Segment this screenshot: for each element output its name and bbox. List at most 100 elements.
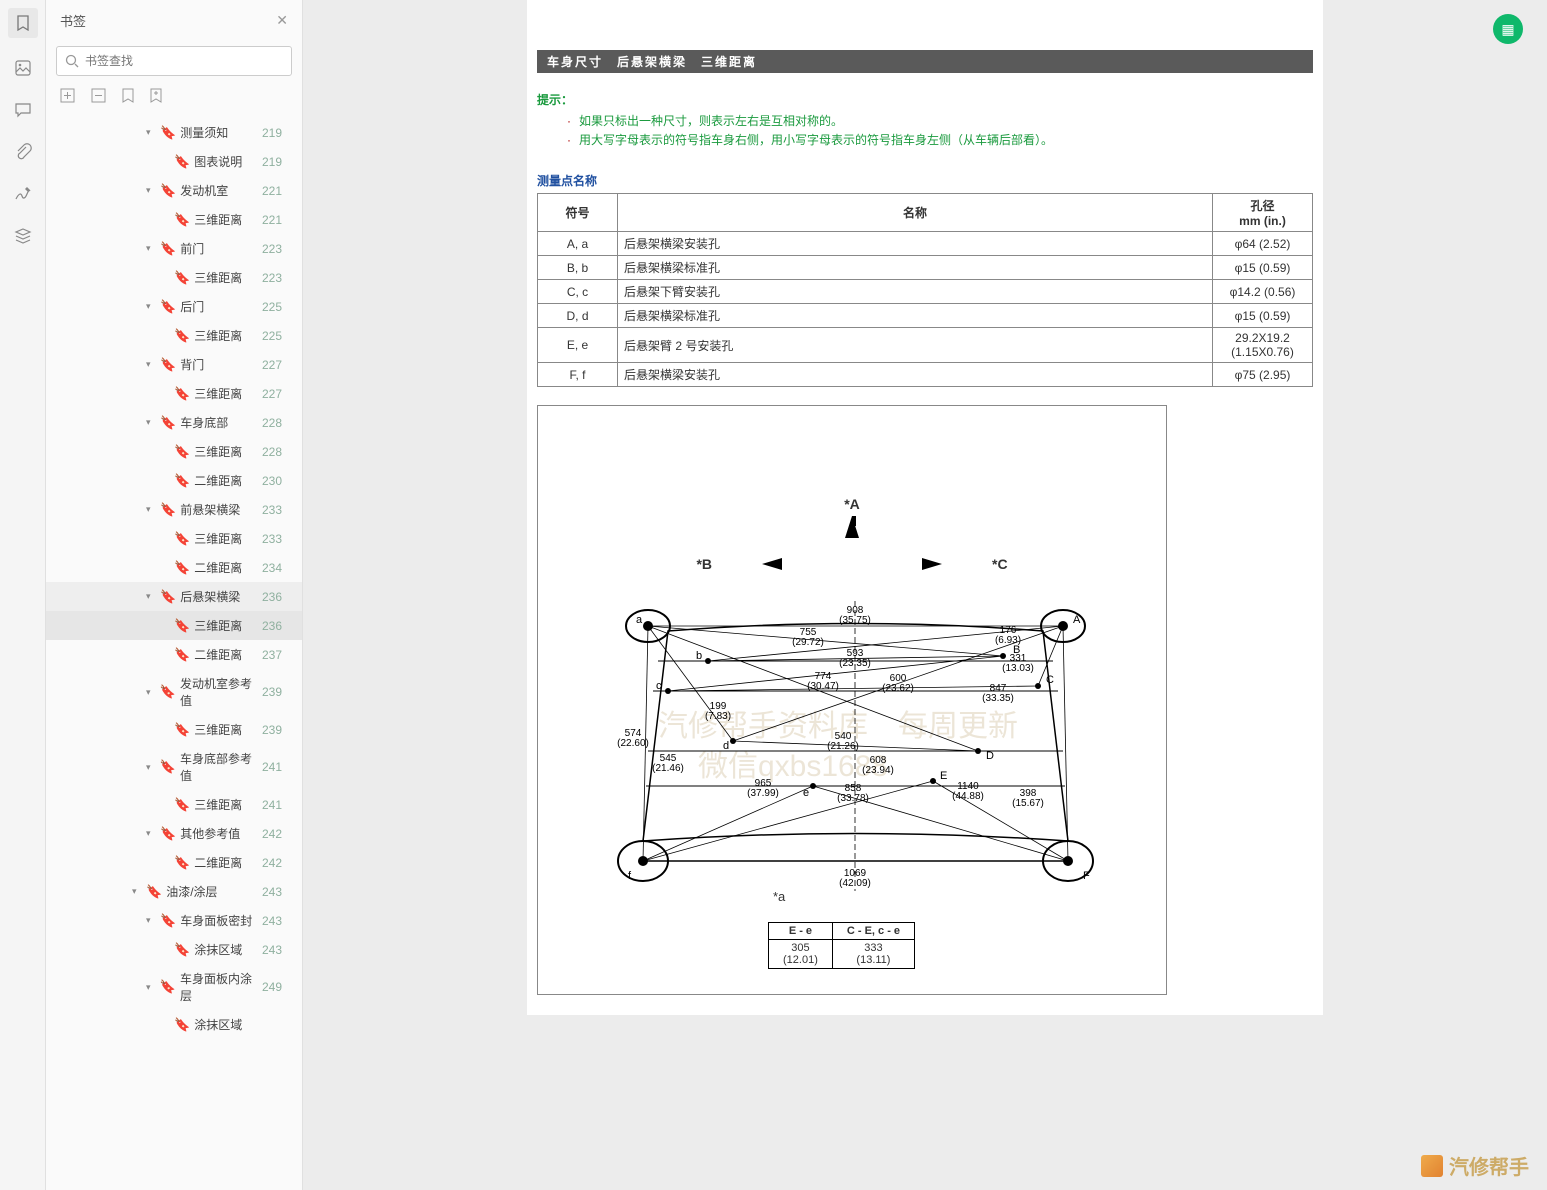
collapse-all-icon[interactable]	[91, 88, 106, 106]
bookmark-item[interactable]: 🔖三维距离228	[46, 437, 302, 466]
svg-text:1140(44.88): 1140(44.88)	[952, 781, 984, 802]
bookmark-item[interactable]: 🔖二维距离234	[46, 553, 302, 582]
bookmark-item[interactable]: ▾🔖车身底部228	[46, 408, 302, 437]
bookmark-item[interactable]: 🔖二维距离237	[46, 640, 302, 669]
crossmember-diagram: 908(35.75) 755(29.72) 176(6.93) 593(23.3…	[598, 601, 1113, 891]
bookmark-item[interactable]: ▾🔖背门227	[46, 350, 302, 379]
svg-text:593(23.35): 593(23.35)	[839, 648, 871, 669]
direction-b: *B	[696, 556, 712, 572]
bookmark-item[interactable]: ▾🔖后悬架横梁236	[46, 582, 302, 611]
svg-text:398(15.67): 398(15.67)	[1012, 788, 1044, 809]
bookmark-add-icon[interactable]	[150, 88, 162, 106]
table-row: A, a后悬架横梁安装孔φ64 (2.52)	[538, 232, 1313, 256]
svg-text:f: f	[628, 870, 632, 882]
direction-c: *C	[992, 556, 1008, 572]
table-row: D, d后悬架横梁标准孔φ15 (0.59)	[538, 304, 1313, 328]
svg-text:755(29.72): 755(29.72)	[792, 627, 824, 648]
svg-text:1069(42.09): 1069(42.09)	[839, 868, 871, 889]
bookmark-item[interactable]: 🔖二维距离230	[46, 466, 302, 495]
bookmark-item[interactable]: ▾🔖车身面板内涂层249	[46, 964, 302, 1010]
document-page: 车身尺寸 后悬架横梁 三维距离 提示： ·如果只标出一种尺寸，则表示左右是互相对…	[527, 0, 1323, 1015]
svg-text:F: F	[1083, 870, 1090, 882]
svg-text:331(13.03): 331(13.03)	[1002, 653, 1034, 674]
search-input[interactable]	[85, 54, 283, 68]
table-row: F, f后悬架横梁安装孔φ75 (2.95)	[538, 363, 1313, 387]
bookmark-item[interactable]: 🔖三维距离221	[46, 205, 302, 234]
arrow-up-icon	[845, 516, 859, 538]
bookmark-item[interactable]: 🔖三维距离225	[46, 321, 302, 350]
bookmark-item[interactable]: ▾🔖油漆/涂层243	[46, 877, 302, 906]
svg-text:e: e	[803, 787, 809, 799]
bookmark-item[interactable]: 🔖三维距离223	[46, 263, 302, 292]
tiny-label: *a	[773, 889, 785, 904]
bookmark-toolbar	[46, 80, 302, 114]
svg-text:540(21.26): 540(21.26)	[827, 731, 859, 752]
bookmark-tree[interactable]: ▾🔖测量须知219🔖图表说明219▾🔖发动机室221🔖三维距离221▾🔖前门22…	[46, 114, 302, 1190]
svg-text:574(22.60): 574(22.60)	[617, 728, 649, 749]
bookmark-item[interactable]: ▾🔖车身底部参考值241	[46, 744, 302, 790]
bookmark-item[interactable]: 🔖二维距离242	[46, 848, 302, 877]
bookmark-icon[interactable]	[8, 8, 38, 38]
svg-text:965(37.99): 965(37.99)	[747, 778, 779, 799]
close-icon[interactable]: ✕	[276, 12, 288, 29]
search-box[interactable]	[56, 46, 292, 76]
bookmark-item[interactable]: 🔖三维距离227	[46, 379, 302, 408]
svg-text:a: a	[636, 614, 643, 626]
section-label: 测量点名称	[537, 172, 1313, 189]
svg-text:d: d	[723, 740, 729, 752]
attachment-icon[interactable]	[11, 140, 35, 164]
measurement-table: 符号 名称 孔径 mm (in.) A, a后悬架横梁安装孔φ64 (2.52)…	[537, 193, 1313, 387]
bookmarks-sidebar: 书签 ✕ ▾🔖测量须知219🔖图表说明219▾🔖发动机室221🔖三维距离221▾…	[46, 0, 303, 1190]
sidebar-title: 书签	[60, 11, 86, 30]
arrow-right-icon	[922, 558, 942, 570]
bookmark-item[interactable]: ▾🔖发动机室221	[46, 176, 302, 205]
bookmark-item[interactable]: 🔖涂抹区域	[46, 1010, 302, 1039]
direction-a: *A	[844, 496, 860, 512]
svg-text:b: b	[696, 650, 702, 662]
svg-text:c: c	[656, 680, 662, 692]
layers-icon[interactable]	[11, 224, 35, 248]
comment-icon[interactable]	[11, 98, 35, 122]
svg-text:E: E	[940, 770, 947, 782]
bookmark-item[interactable]: ▾🔖车身面板密封243	[46, 906, 302, 935]
bookmark-item[interactable]: 🔖三维距离241	[46, 790, 302, 819]
image-icon[interactable]	[11, 56, 35, 80]
svg-text:B: B	[1013, 644, 1020, 656]
svg-text:D: D	[986, 750, 994, 762]
svg-text:908(35.75): 908(35.75)	[839, 605, 871, 626]
bookmark-item[interactable]: ▾🔖后门225	[46, 292, 302, 321]
bookmark-item[interactable]: 🔖三维距离239	[46, 715, 302, 744]
float-action-button[interactable]: ▦	[1493, 14, 1523, 44]
expand-all-icon[interactable]	[60, 88, 75, 106]
signature-icon[interactable]	[11, 182, 35, 206]
svg-text:608(23.94): 608(23.94)	[862, 755, 894, 776]
bookmark-tool-icon[interactable]	[122, 88, 134, 106]
svg-text:545(21.46): 545(21.46)	[652, 753, 684, 774]
diagram-box: 汽修帮手资料库 每周更新 微信qxbs1688 *A *B *C	[537, 405, 1167, 995]
hint-label: 提示：	[537, 91, 1313, 108]
svg-text:176(6.93): 176(6.93)	[995, 625, 1021, 646]
bookmark-item[interactable]: 🔖三维距离236	[46, 611, 302, 640]
bookmark-item[interactable]: 🔖三维距离233	[46, 524, 302, 553]
page-title-bar: 车身尺寸 后悬架横梁 三维距离	[537, 50, 1313, 73]
bookmark-item[interactable]: 🔖涂抹区域243	[46, 935, 302, 964]
svg-text:774(30.47): 774(30.47)	[807, 671, 839, 692]
table-row: E, e后悬架臂 2 号安装孔29.2X19.2 (1.15X0.76)	[538, 328, 1313, 363]
bookmark-item[interactable]: ▾🔖前悬架横梁233	[46, 495, 302, 524]
bookmark-item[interactable]: ▾🔖测量须知219	[46, 118, 302, 147]
icon-rail	[0, 0, 46, 1190]
svg-text:C: C	[1046, 674, 1054, 686]
bookmark-item[interactable]: 🔖图表说明219	[46, 147, 302, 176]
svg-text:600(23.62): 600(23.62)	[882, 673, 914, 694]
bookmark-item[interactable]: ▾🔖其他参考值242	[46, 819, 302, 848]
hint-list: ·如果只标出一种尺寸，则表示左右是互相对称的。 ·用大写字母表示的符号指车身右侧…	[567, 112, 1313, 148]
document-viewport[interactable]: ▦ 车身尺寸 后悬架横梁 三维距离 提示： ·如果只标出一种尺寸，则表示左右是互…	[303, 0, 1547, 1190]
bookmark-item[interactable]: ▾🔖发动机室参考值239	[46, 669, 302, 715]
brand-logo: 汽修帮手	[1421, 1151, 1529, 1180]
bookmark-item[interactable]: ▾🔖前门223	[46, 234, 302, 263]
svg-text:A: A	[1073, 614, 1081, 626]
sub-table: E - eC - E, c - e 305 (12.01)333 (13.11)	[768, 922, 915, 969]
table-row: B, b后悬架横梁标准孔φ15 (0.59)	[538, 256, 1313, 280]
table-row: C, c后悬架下臂安装孔φ14.2 (0.56)	[538, 280, 1313, 304]
svg-text:199(7.83): 199(7.83)	[705, 701, 731, 722]
